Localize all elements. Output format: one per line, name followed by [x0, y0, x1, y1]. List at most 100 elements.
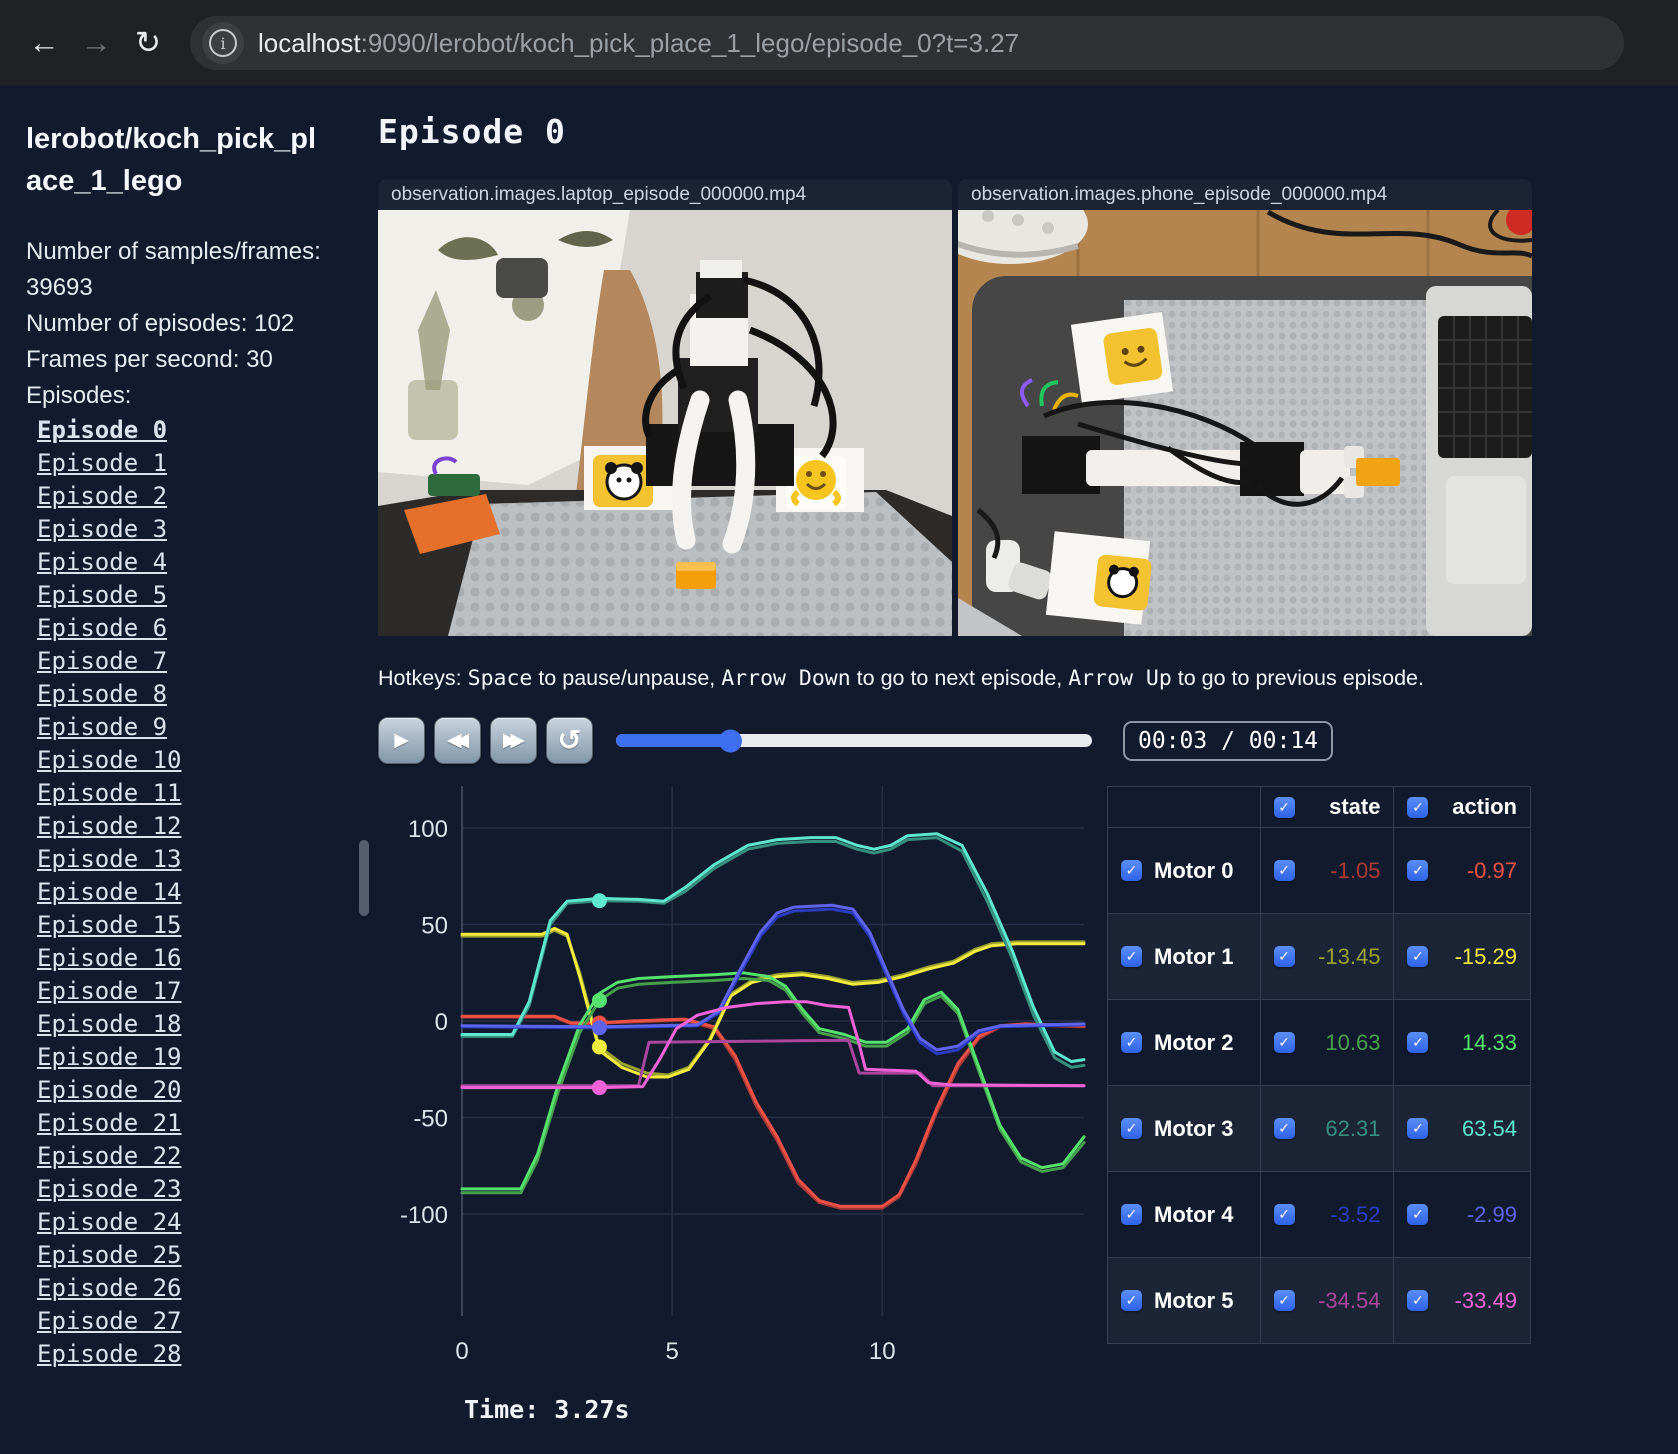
episode-link-7[interactable]: Episode 7	[37, 645, 331, 678]
episode-link-9[interactable]: Episode 9	[37, 711, 331, 744]
episode-link-25[interactable]: Episode 25	[37, 1239, 331, 1272]
motor-checkbox[interactable]: ✓	[1121, 1032, 1142, 1053]
motor-checkbox[interactable]: ✓	[1121, 1204, 1142, 1225]
episode-link-18[interactable]: Episode 18	[37, 1008, 331, 1041]
motor-row: ✓ Motor 0 ✓ -1.05 ✓ -0.97	[1107, 827, 1531, 914]
action-column-label: action	[1452, 794, 1517, 819]
action-value: -33.49	[1454, 1287, 1517, 1313]
episode-link-1[interactable]: Episode 1	[37, 447, 331, 480]
episodes-label: Episodes:	[26, 382, 132, 410]
state-checkbox[interactable]: ✓	[1273, 946, 1295, 967]
stat-fps: Frames per second: 30	[26, 346, 273, 374]
address-bar[interactable]: i localhost:9090/lerobot/koch_pick_place…	[190, 16, 1624, 70]
state-checkbox[interactable]: ✓	[1273, 1204, 1295, 1225]
motor-table-header: ✓ state ✓ action	[1107, 786, 1531, 828]
hotkey-space: Space	[467, 666, 533, 691]
y-tick-label: 50	[421, 913, 448, 940]
episode-link-14[interactable]: Episode 14	[37, 876, 331, 909]
forward-icon[interactable]: →	[70, 25, 122, 61]
site-info-button[interactable]: i	[202, 22, 244, 64]
motor-name: Motor 4	[1154, 1201, 1234, 1227]
video-frame-laptop[interactable]	[378, 210, 952, 636]
video-phone: observation.images.phone_episode_000000.…	[958, 179, 1532, 636]
play-button[interactable]: ▶	[378, 717, 425, 764]
state-checkbox[interactable]: ✓	[1273, 1290, 1295, 1311]
y-tick-label: -100	[400, 1202, 448, 1229]
action-checkbox[interactable]: ✓	[1407, 860, 1429, 881]
motor-checkbox[interactable]: ✓	[1121, 860, 1142, 881]
action-value: -15.29	[1454, 943, 1517, 969]
x-tick-label: 10	[869, 1338, 896, 1365]
motor-chart[interactable]: 100 50 0 -50 -100 0 5 10 Time: 3.27s	[378, 786, 1090, 1434]
episode-link-24[interactable]: Episode 24	[37, 1206, 331, 1239]
seek-slider[interactable]	[616, 729, 1092, 752]
action-value: -2.99	[1466, 1201, 1517, 1227]
stat-samples: Number of samples/frames: 39693	[26, 238, 321, 302]
chart-time-label: Time: 3.27s	[464, 1395, 630, 1424]
episode-link-8[interactable]: Episode 8	[37, 678, 331, 711]
episode-link-10[interactable]: Episode 10	[37, 744, 331, 777]
marker-dot	[591, 1039, 607, 1055]
motor-name: Motor 3	[1154, 1115, 1234, 1141]
play-icon: ▶	[394, 730, 409, 751]
episode-link-0[interactable]: Episode 0	[37, 414, 331, 447]
motor-name: Motor 5	[1154, 1287, 1234, 1313]
episode-link-16[interactable]: Episode 16	[37, 942, 331, 975]
state-value: -13.45	[1318, 943, 1381, 969]
motor-checkbox[interactable]: ✓	[1121, 1290, 1142, 1311]
scrollbar-thumb[interactable]	[359, 840, 369, 916]
motor-row: ✓ Motor 3 ✓ 62.31 ✓ 63.54	[1107, 1085, 1531, 1172]
back-icon[interactable]: ←	[18, 25, 70, 61]
state-checkbox[interactable]: ✓	[1273, 1118, 1295, 1139]
episode-link-12[interactable]: Episode 12	[37, 810, 331, 843]
state-value: -34.54	[1318, 1287, 1381, 1313]
header-state-cell: ✓ state	[1259, 786, 1395, 828]
episode-link-21[interactable]: Episode 21	[37, 1107, 331, 1140]
motor-checkbox[interactable]: ✓	[1121, 1118, 1142, 1139]
progress-fill	[616, 734, 731, 747]
state-column-label: state	[1329, 794, 1381, 819]
episode-link-27[interactable]: Episode 27	[37, 1305, 331, 1338]
reload-icon[interactable]: ↻	[122, 25, 174, 61]
episode-link-23[interactable]: Episode 23	[37, 1173, 331, 1206]
action-checkbox[interactable]: ✓	[1407, 1032, 1429, 1053]
series-motor-5-state	[460, 1038, 1086, 1088]
action-column-checkbox[interactable]: ✓	[1407, 796, 1429, 818]
url-text[interactable]: localhost:9090/lerobot/koch_pick_place_1…	[258, 28, 1019, 59]
action-checkbox[interactable]: ✓	[1407, 946, 1429, 967]
episode-link-5[interactable]: Episode 5	[37, 579, 331, 612]
state-checkbox[interactable]: ✓	[1273, 1032, 1295, 1053]
episode-link-20[interactable]: Episode 20	[37, 1074, 331, 1107]
episode-link-2[interactable]: Episode 2	[37, 480, 331, 513]
action-checkbox[interactable]: ✓	[1407, 1290, 1429, 1311]
episode-link-26[interactable]: Episode 26	[37, 1272, 331, 1305]
rewind-button[interactable]: ◀◀	[434, 717, 481, 764]
motor-row: ✓ Motor 1 ✓ -13.45 ✓ -15.29	[1107, 913, 1531, 1000]
episode-link-3[interactable]: Episode 3	[37, 513, 331, 546]
fast-forward-button[interactable]: ▶▶	[490, 717, 537, 764]
player-controls: ▶ ◀◀ ▶▶ ↺ 00:03 / 00:14	[378, 717, 1678, 764]
motor-checkbox[interactable]: ✓	[1121, 946, 1142, 967]
episode-link-15[interactable]: Episode 15	[37, 909, 331, 942]
episode-link-22[interactable]: Episode 22	[37, 1140, 331, 1173]
action-checkbox[interactable]: ✓	[1407, 1118, 1429, 1139]
state-column-checkbox[interactable]: ✓	[1273, 796, 1295, 818]
episode-link-4[interactable]: Episode 4	[37, 546, 331, 579]
episode-link-11[interactable]: Episode 11	[37, 777, 331, 810]
loop-button[interactable]: ↺	[546, 717, 593, 764]
video-frame-phone[interactable]	[958, 210, 1532, 636]
action-value: 63.54	[1461, 1115, 1517, 1141]
episode-link-19[interactable]: Episode 19	[37, 1041, 331, 1074]
episode-link-13[interactable]: Episode 13	[37, 843, 331, 876]
action-checkbox[interactable]: ✓	[1407, 1204, 1429, 1225]
episode-link-17[interactable]: Episode 17	[37, 975, 331, 1008]
episode-link-6[interactable]: Episode 6	[37, 612, 331, 645]
episode-link-28[interactable]: Episode 28	[37, 1338, 331, 1371]
motor-name: Motor 1	[1154, 943, 1234, 969]
stat-episodes: Number of episodes: 102	[26, 310, 295, 338]
motor-row: ✓ Motor 2 ✓ 10.63 ✓ 14.33	[1107, 999, 1531, 1086]
chart-panel: 100 50 0 -50 -100 0 5 10 Time: 3.27s	[378, 786, 1090, 1439]
state-checkbox[interactable]: ✓	[1273, 860, 1295, 881]
data-row: 100 50 0 -50 -100 0 5 10 Time: 3.27s ✓ state	[378, 786, 1678, 1439]
progress-thumb[interactable]	[719, 729, 743, 752]
